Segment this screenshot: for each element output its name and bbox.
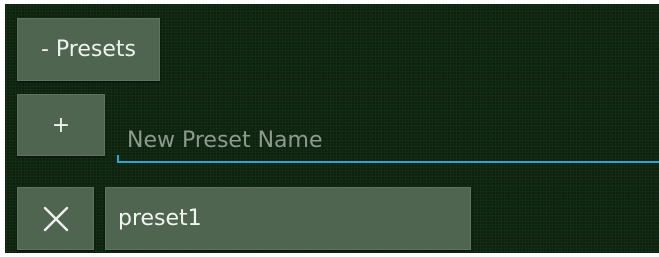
new-preset-name-input[interactable] [117, 116, 659, 164]
presets-panel: - Presets + preset1 [5, 4, 659, 253]
input-underline [117, 161, 659, 163]
preset-name-label: preset1 [118, 206, 202, 231]
preset-list-item[interactable]: preset1 [105, 187, 471, 250]
delete-preset-button[interactable] [17, 187, 94, 250]
add-preset-button[interactable]: + [17, 94, 105, 156]
close-icon [43, 206, 69, 232]
input-underline-tick [117, 155, 119, 163]
presets-toggle-button[interactable]: - Presets [17, 18, 160, 81]
